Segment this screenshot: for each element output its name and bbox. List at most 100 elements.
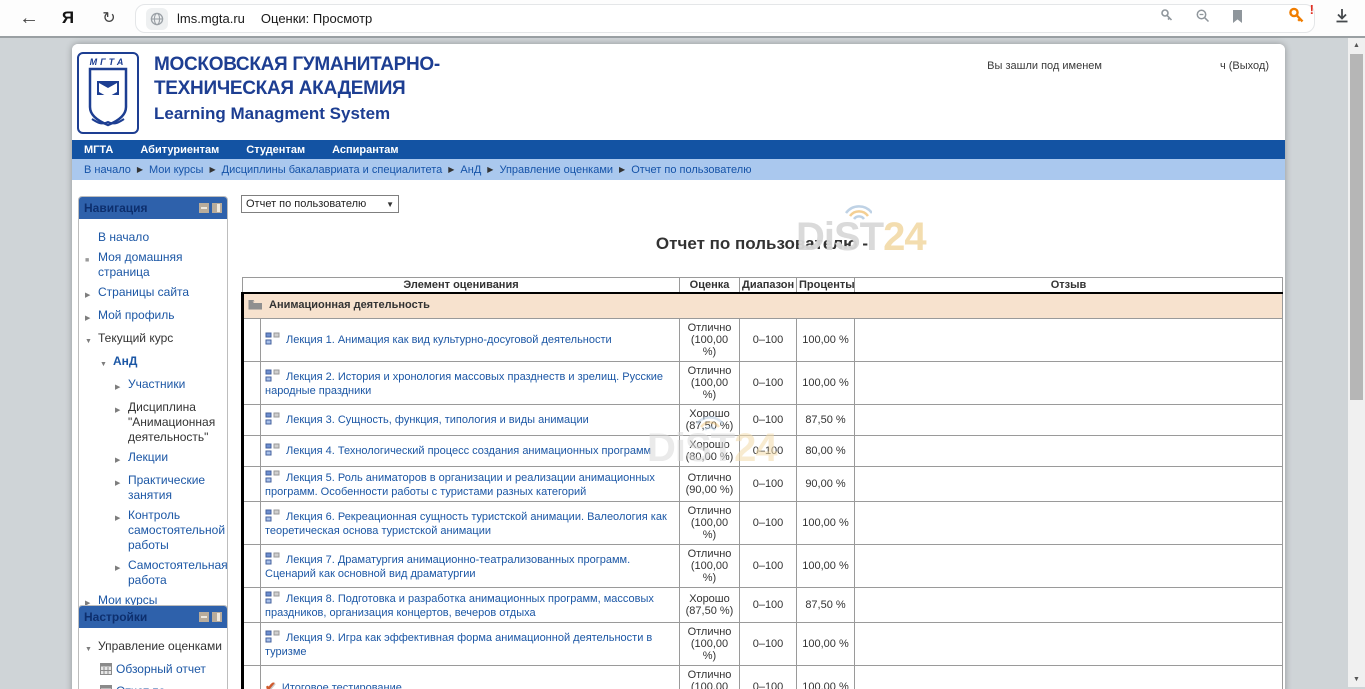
password-alert-icon[interactable]: ! <box>1287 6 1307 31</box>
activity-link[interactable]: Лекция 7. Драматургия анимационно-театра… <box>265 554 630 580</box>
crumb-disciplines[interactable]: Дисциплины бакалавриата и специалитета <box>222 164 443 176</box>
navigation-block-title: Навигация <box>84 201 148 215</box>
content-area: Навигация В начало Моя домашняя страница… <box>72 180 1285 689</box>
block-collapse-icon[interactable] <box>199 612 209 622</box>
sidebar-item-control[interactable]: Контроль самостоятельной работы <box>85 508 223 553</box>
lesson-icon <box>265 509 280 525</box>
browser-toolbar: ← Я ↻ lms.mgta.ru Оценки: Просмотр ! <box>0 0 1365 38</box>
menu-item-studentam[interactable]: Студентам <box>246 144 305 156</box>
scrollbar-thumb[interactable] <box>1350 54 1363 400</box>
activity-link[interactable]: Лекция 8. Подготовка и разработка анимац… <box>265 593 654 619</box>
collapse-icon[interactable] <box>85 639 98 657</box>
site-icon <box>146 8 168 30</box>
sidebar-item-my-profile[interactable]: Мой профиль <box>85 308 223 326</box>
back-icon[interactable]: ← <box>14 0 44 36</box>
expand-icon[interactable] <box>115 508 128 553</box>
lesson-icon <box>265 332 280 348</box>
activity-link[interactable]: Лекция 4. Технологический процесс создан… <box>286 445 651 457</box>
activity-link[interactable]: Лекция 1. Анимация как вид культурно-дос… <box>286 334 612 346</box>
sidebar-item-current-course[interactable]: Текущий курс <box>85 331 223 349</box>
expand-icon[interactable] <box>85 285 98 303</box>
lesson-icon <box>265 630 280 646</box>
breadcrumb-separator-icon: ▶ <box>137 165 143 174</box>
expand-icon[interactable] <box>115 400 128 445</box>
sidebar-item-discipline[interactable]: Дисциплина "Анимационная деятельность" <box>85 400 223 445</box>
block-dock-icon[interactable] <box>212 203 222 213</box>
protect-key-icon[interactable] <box>1159 8 1175 29</box>
settings-block-title: Настройки <box>84 610 147 624</box>
sidebar-item-user-report[interactable]: Отчет по пользователю <box>85 684 223 689</box>
report-type-select[interactable]: Отчет по пользователю ▼ <box>241 195 399 213</box>
activity-link[interactable]: Лекция 6. Рекреационная сущность туристс… <box>265 511 667 537</box>
table-row: Лекция 7. Драматургия анимационно-театра… <box>243 545 1283 588</box>
col-header-item: Элемент оценивания <box>243 278 680 294</box>
activity-link[interactable]: Лекция 3. Сущность, функция, типология и… <box>286 414 589 426</box>
crumb-course[interactable]: АнД <box>460 164 481 176</box>
sidebar-item-participants[interactable]: Участники <box>85 377 223 395</box>
academy-crest-icon <box>86 67 130 129</box>
feedback-cell <box>855 623 1283 666</box>
activity-link[interactable]: Лекция 9. Игра как эффективная форма ани… <box>265 632 652 658</box>
expand-icon[interactable] <box>85 308 98 326</box>
sidebar-item-grade-admin[interactable]: Управление оценками <box>85 639 223 657</box>
logout-link[interactable]: ч (Выход) <box>1220 60 1269 72</box>
category-name: Анимационная деятельность <box>269 299 430 311</box>
sidebar-item-practice[interactable]: Практические занятия <box>85 473 223 503</box>
lesson-icon <box>265 369 280 385</box>
breadcrumb-separator-icon: ▶ <box>209 165 215 174</box>
sidebar-item-selfwork[interactable]: Самостоятельная работа <box>85 558 223 588</box>
activity-link[interactable]: Лекция 5. Роль аниматоров в организации … <box>265 472 655 498</box>
url-text[interactable]: lms.mgta.ru <box>177 11 245 26</box>
expand-icon[interactable] <box>115 473 128 503</box>
browser-scrollbar[interactable]: ▲ ▼ <box>1348 38 1365 687</box>
col-header-feedback: Отзыв <box>855 278 1283 294</box>
address-bar[interactable]: lms.mgta.ru Оценки: Просмотр <box>135 4 1315 33</box>
site-header: МГТА МОСКОВСКАЯ ГУМАНИТАРНО- ТЕХНИЧЕСКАЯ… <box>72 44 1285 140</box>
refresh-icon[interactable]: ↻ <box>96 0 122 36</box>
table-row: Лекция 1. Анимация как вид культурно-дос… <box>243 319 1283 362</box>
menu-item-mgta[interactable]: МГТА <box>84 144 113 156</box>
menu-item-aspirantam[interactable]: Аспирантам <box>332 144 398 156</box>
navigation-block: Навигация В начало Моя домашняя страница… <box>78 196 228 625</box>
col-header-range: Диапазон <box>740 278 797 294</box>
sidebar-item-course-and[interactable]: АнД <box>85 354 223 372</box>
lesson-icon <box>265 412 280 428</box>
crumb-grade-admin[interactable]: Управление оценками <box>499 164 613 176</box>
page-zoom-icon[interactable] <box>1195 8 1211 29</box>
activity-link[interactable]: Лекция 2. История и хронология массовых … <box>265 371 663 397</box>
scroll-down-icon[interactable]: ▼ <box>1348 672 1365 687</box>
lesson-icon <box>265 443 280 459</box>
expand-icon[interactable] <box>115 558 128 588</box>
sidebar-item-home[interactable]: В начало <box>85 230 223 245</box>
sidebar-item-my-home[interactable]: Моя домашняя страница <box>85 250 223 280</box>
breadcrumb-separator-icon: ▶ <box>448 165 454 174</box>
download-icon[interactable] <box>1333 7 1351 30</box>
table-header-row: Элемент оценивания Оценка Диапазон Проце… <box>243 278 1283 294</box>
grades-table: Элемент оценивания Оценка Диапазон Проце… <box>241 277 1283 689</box>
table-row: Лекция 3. Сущность, функция, типология и… <box>243 405 1283 436</box>
block-collapse-icon[interactable] <box>199 203 209 213</box>
activity-link[interactable]: Итоговое тестирование <box>282 682 402 689</box>
collapse-icon[interactable] <box>100 354 113 372</box>
yandex-logo[interactable]: Я <box>55 0 81 36</box>
bookmark-icon[interactable] <box>1231 9 1244 29</box>
sidebar-item-site-pages[interactable]: Страницы сайта <box>85 285 223 303</box>
menu-item-abiturientam[interactable]: Абитуриентам <box>140 144 219 156</box>
login-info: Вы зашли под именемч (Выход) <box>987 60 1269 72</box>
chevron-down-icon: ▼ <box>386 200 394 209</box>
collapse-icon[interactable] <box>85 331 98 349</box>
sidebar-item-lectures[interactable]: Лекции <box>85 450 223 468</box>
expand-icon[interactable] <box>115 450 128 468</box>
block-dock-icon[interactable] <box>212 612 222 622</box>
grade-report-icon <box>100 662 116 679</box>
crumb-my-courses[interactable]: Мои курсы <box>149 164 203 176</box>
feedback-cell <box>855 319 1283 362</box>
table-row: ✔Итоговое тестирование Отлично(100,00 %)… <box>243 666 1283 689</box>
expand-icon[interactable] <box>115 377 128 395</box>
sidebar-item-overview-report[interactable]: Обзорный отчет <box>85 662 223 679</box>
scroll-up-icon[interactable]: ▲ <box>1348 38 1365 53</box>
crumb-home[interactable]: В начало <box>84 164 131 176</box>
tab-title: Оценки: Просмотр <box>261 11 372 26</box>
crumb-user-report[interactable]: Отчет по пользователю <box>631 164 751 176</box>
col-header-grade: Оценка <box>680 278 740 294</box>
